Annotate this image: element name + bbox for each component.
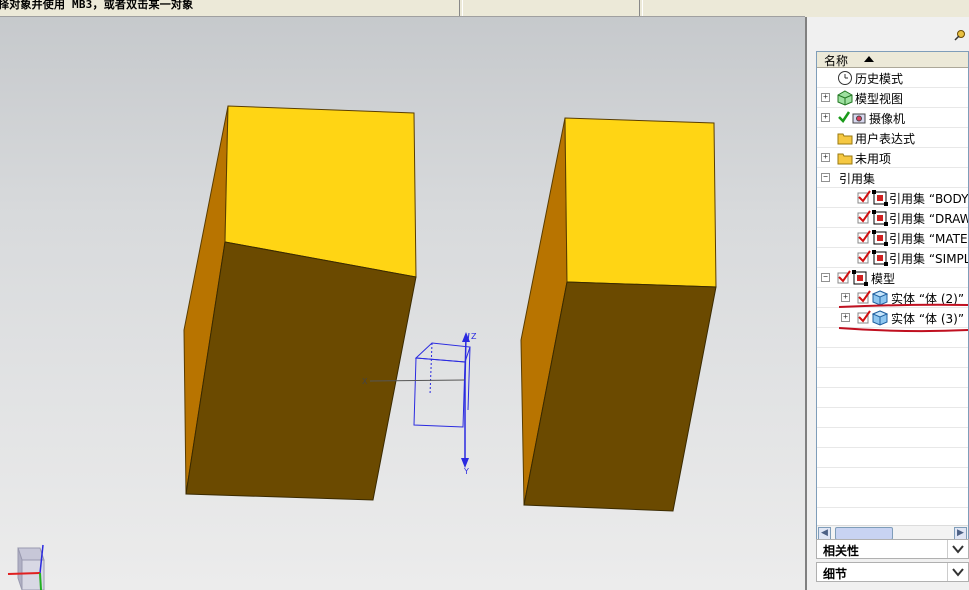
details-panel-header[interactable]: 细节 <box>816 562 969 582</box>
annotation-underline <box>838 303 968 333</box>
part-navigator-panel: 名称 历史模式 + 模型视图 + 摄像机 用户表达式 + 未用项 − 引用集 引… <box>805 17 969 590</box>
cue-line-separator <box>639 0 643 16</box>
empty-row <box>817 388 968 408</box>
cue-line: 择对象并使用 MB3，或者双击某一对象 <box>0 0 805 17</box>
z-axis-label: Z <box>471 332 477 341</box>
view-triad <box>7 544 45 590</box>
solid-body-right[interactable] <box>520 117 717 512</box>
solid-body-left[interactable] <box>183 105 417 501</box>
cue-line-separator <box>459 0 463 16</box>
chevron-down-icon[interactable] <box>947 540 968 558</box>
empty-row <box>817 368 968 388</box>
part-navigator-tree[interactable]: 名称 历史模式 + 模型视图 + 摄像机 用户表达式 + 未用项 − 引用集 引… <box>816 51 969 542</box>
empty-row <box>817 448 968 468</box>
y-axis-label: Y <box>463 467 469 476</box>
graphics-window[interactable]: Z X Y <box>0 17 805 590</box>
cue-line-text: 择对象并使用 MB3，或者双击某一对象 <box>0 0 194 11</box>
empty-row <box>817 408 968 428</box>
empty-row <box>817 328 968 348</box>
side-face <box>185 241 417 501</box>
empty-row <box>817 348 968 368</box>
viewport-canvas[interactable]: Z X Y <box>0 17 805 590</box>
dependencies-panel-header[interactable]: 相关性 <box>816 539 969 559</box>
top-right-strip <box>805 0 969 17</box>
chevron-down-icon[interactable] <box>947 563 968 581</box>
details-label: 细节 <box>823 567 848 581</box>
top-face <box>564 117 717 288</box>
empty-row <box>817 468 968 488</box>
pin-icon[interactable] <box>952 29 966 43</box>
x-axis-label: X <box>362 377 368 386</box>
empty-row <box>817 488 968 508</box>
empty-row <box>817 428 968 448</box>
dependencies-label: 相关性 <box>823 544 860 558</box>
